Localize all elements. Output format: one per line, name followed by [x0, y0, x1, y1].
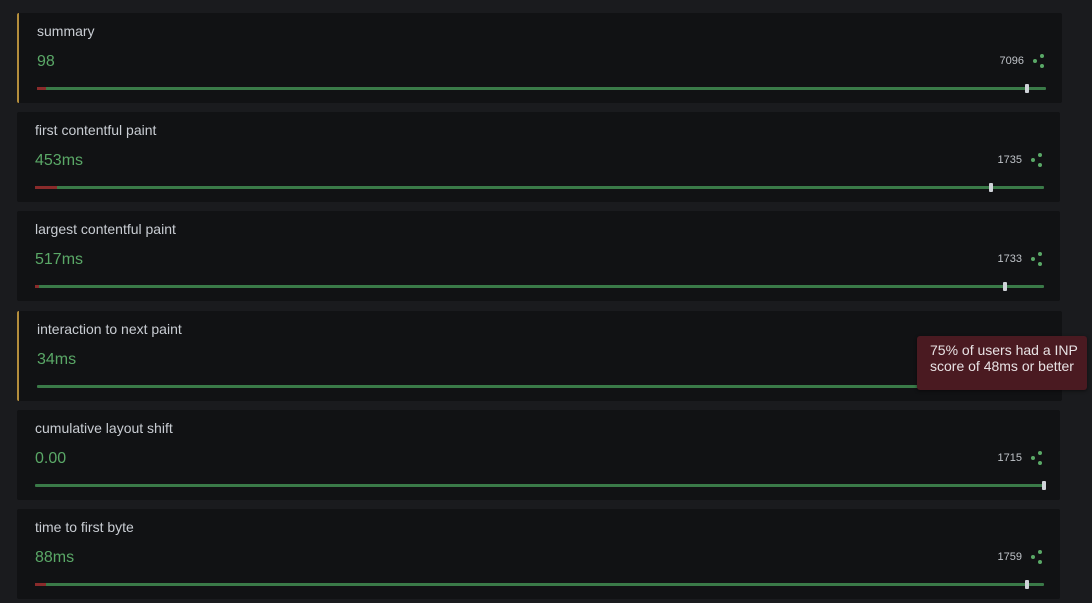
metric-title: first contentful paint [35, 122, 157, 138]
percentile-marker [988, 183, 993, 192]
metric-title: time to first byte [35, 519, 134, 535]
metric-card-summary: summary 98 7096 [17, 13, 1062, 103]
share-icon[interactable] [1032, 53, 1046, 69]
metric-card-inp: interaction to next paint 34ms [17, 311, 1062, 401]
metric-value: 88ms [35, 549, 75, 566]
poor-segment [35, 186, 58, 189]
sample-count: 1759 [997, 551, 1022, 563]
distribution-bar [37, 385, 1046, 388]
distribution-bar [35, 580, 1044, 589]
sample-count: 7096 [999, 55, 1024, 67]
metric-card-lcp: largest contentful paint 517ms 1733 [17, 211, 1060, 301]
percentile-marker [1042, 481, 1046, 490]
share-icon[interactable] [1030, 450, 1044, 466]
percentile-marker [1024, 580, 1029, 589]
metric-title: summary [37, 23, 95, 39]
poor-segment [35, 583, 47, 586]
distribution-bar [35, 481, 1046, 490]
metric-value: 517ms [35, 251, 84, 268]
distribution-bar [37, 84, 1046, 93]
poor-segment [37, 87, 47, 90]
metric-value: 453ms [35, 152, 84, 169]
sample-count: 1733 [997, 253, 1022, 265]
distribution-bar [35, 282, 1044, 291]
metric-value: 0.00 [35, 450, 67, 467]
sample-count: 1715 [997, 452, 1022, 464]
metric-card-fcp: first contentful paint 453ms 1735 [17, 112, 1060, 202]
metric-title: interaction to next paint [37, 321, 182, 337]
poor-segment [35, 285, 40, 288]
metrics-panel: summary 98 7096 first contentful paint 4… [0, 0, 1092, 603]
metric-card-cls: cumulative layout shift 0.00 1715 [17, 410, 1060, 500]
metric-title: largest contentful paint [35, 221, 176, 237]
share-icon[interactable] [1030, 152, 1044, 168]
share-icon[interactable] [1030, 549, 1044, 565]
sample-count: 1735 [997, 154, 1022, 166]
inp-tooltip: 75% of users had a INP score of 48ms or … [917, 336, 1087, 390]
distribution-bar [35, 183, 1044, 192]
share-icon[interactable] [1030, 251, 1044, 267]
metric-value: 34ms [37, 351, 77, 368]
metric-card-ttfb: time to first byte 88ms 1759 [17, 509, 1060, 599]
metric-title: cumulative layout shift [35, 420, 173, 436]
metric-value: 98 [37, 53, 55, 70]
percentile-marker [1002, 282, 1007, 291]
percentile-marker [1024, 84, 1029, 93]
